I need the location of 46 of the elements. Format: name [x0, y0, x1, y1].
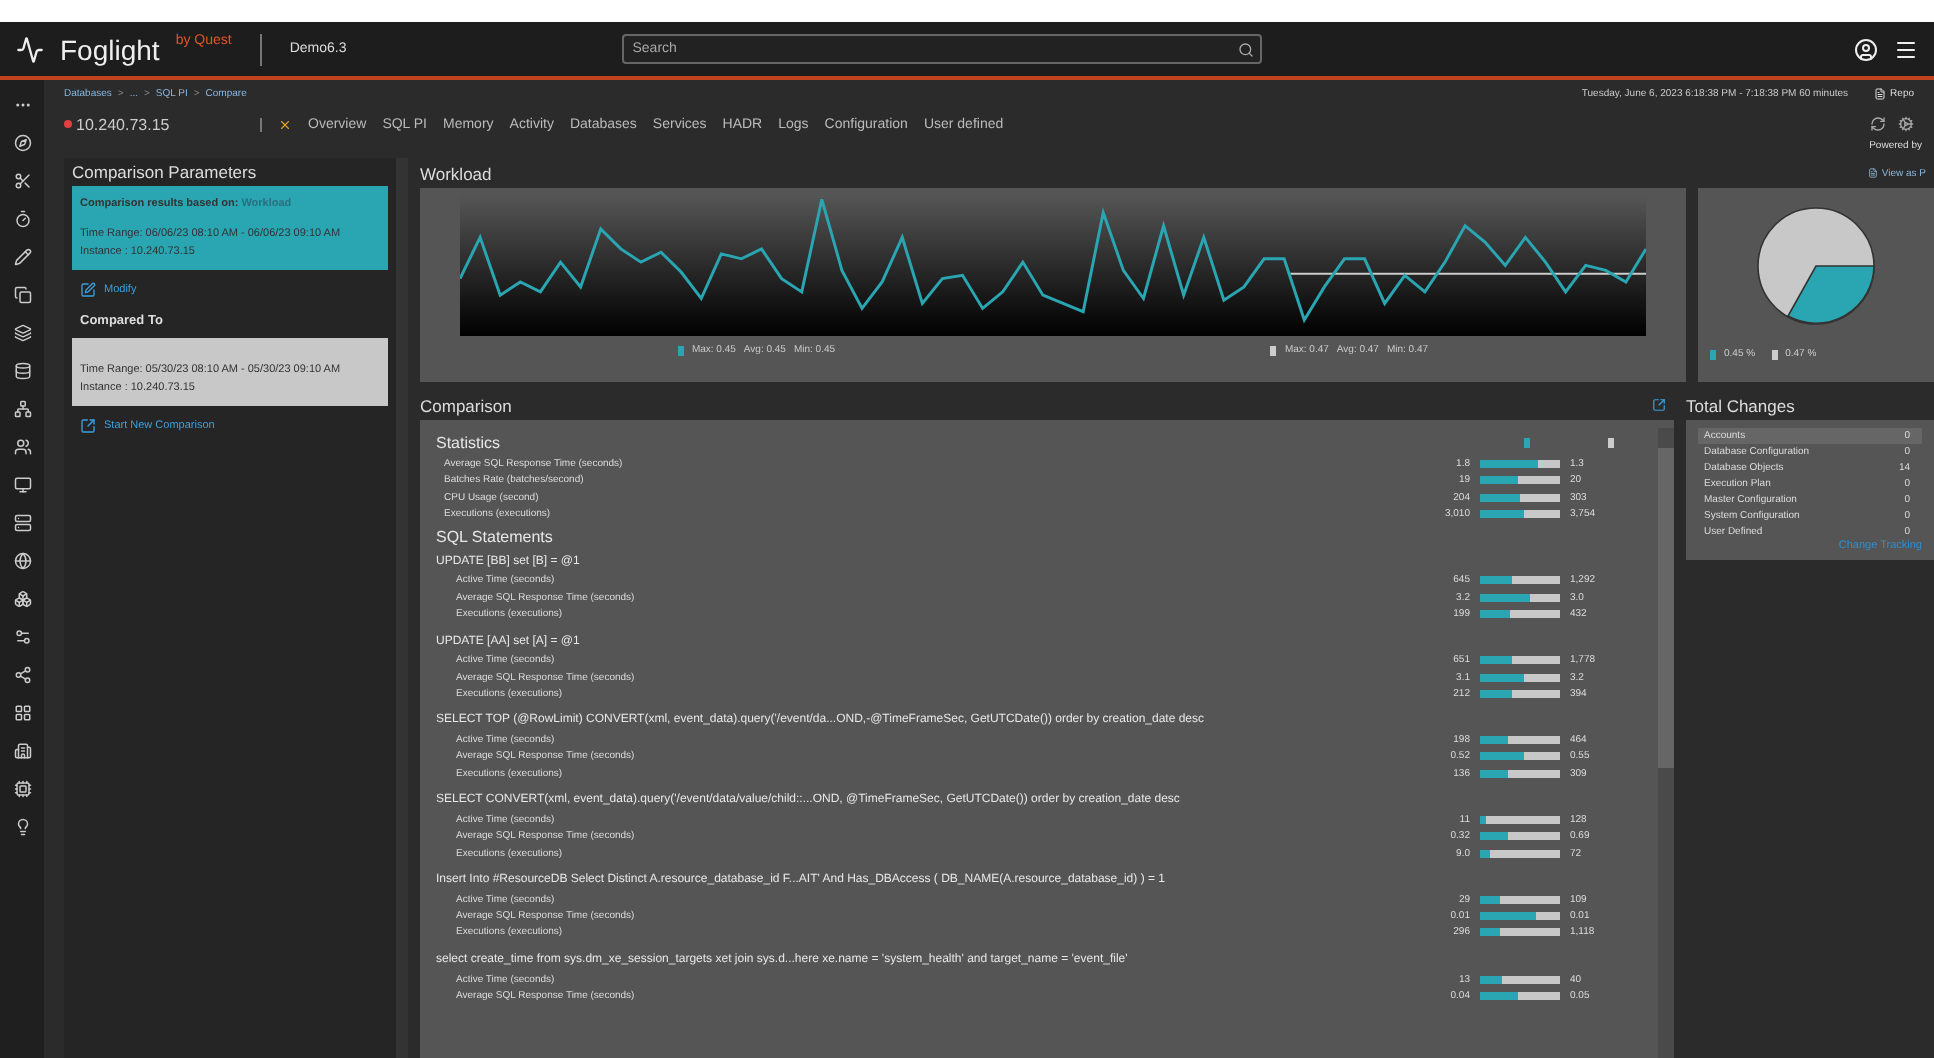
section-title: Comparison: [420, 395, 512, 415]
external-link-icon: [80, 418, 96, 434]
network-icon[interactable]: [13, 400, 31, 418]
section-title: Workload: [420, 163, 492, 183]
compass-icon[interactable]: [13, 134, 31, 152]
close-icon[interactable]: [278, 117, 292, 131]
pie-chart-drawing: [1754, 204, 1878, 328]
legend-swatch: [1270, 345, 1277, 355]
host-name: 10.240.73.15: [64, 115, 260, 133]
menu-icon[interactable]: [1894, 37, 1918, 61]
panel-title: Comparison Parameters: [72, 160, 259, 186]
export-icon[interactable]: [1652, 398, 1666, 412]
layers-icon[interactable]: [13, 324, 31, 342]
users-icon[interactable]: [13, 438, 31, 456]
logo-icon: [16, 35, 44, 63]
scrollbar[interactable]: [1658, 428, 1674, 1058]
share-icon[interactable]: [13, 666, 31, 684]
globe-icon[interactable]: [13, 552, 31, 570]
settings-icon[interactable]: [13, 628, 31, 646]
cpu-icon[interactable]: [13, 780, 31, 798]
refresh-icon[interactable]: [1870, 116, 1886, 132]
timer-icon[interactable]: [13, 210, 31, 228]
database-icon[interactable]: [13, 362, 31, 380]
legend-swatch: [1710, 349, 1716, 359]
scissors-icon[interactable]: [13, 172, 31, 190]
grid-icon[interactable]: [13, 704, 31, 722]
lightbulb-icon[interactable]: [13, 818, 31, 836]
server-icon[interactable]: [13, 514, 31, 532]
boxes-icon[interactable]: [13, 590, 31, 608]
building-icon[interactable]: [13, 742, 31, 760]
pencil-icon[interactable]: [13, 248, 31, 266]
section-title: Total Changes: [1686, 395, 1795, 415]
logo-text: Foglight: [60, 33, 160, 65]
monitor-icon[interactable]: [13, 476, 31, 494]
document-icon: [1867, 168, 1878, 178]
settings-icon[interactable]: [1898, 116, 1914, 132]
legend-swatch: [1771, 349, 1778, 359]
edit-icon: [80, 282, 96, 298]
subsection-title: Statistics: [436, 431, 503, 455]
legend-swatch: [1607, 437, 1613, 447]
copy-icon[interactable]: [13, 286, 31, 304]
legend-swatch: [1524, 437, 1530, 447]
subsection-title: SQL Statements: [436, 525, 555, 550]
legend-swatch: [677, 345, 684, 355]
user-icon[interactable]: [1854, 37, 1878, 61]
document-icon: [1874, 88, 1887, 100]
